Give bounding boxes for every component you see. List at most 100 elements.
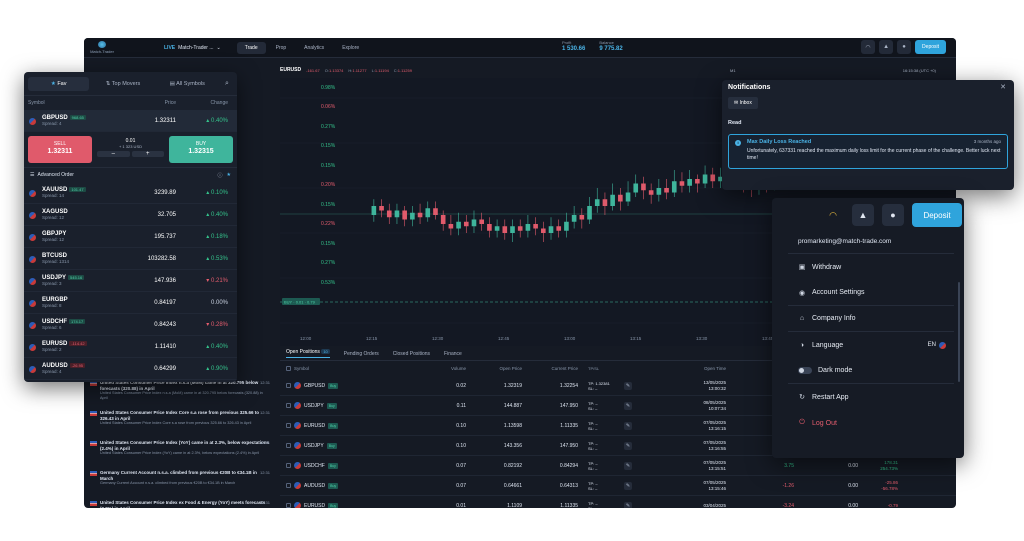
watchlist-row[interactable]: USDJPY 545.16 Spread: 3 147.936 ▾ 0.21%	[24, 270, 237, 292]
decrease-lot-button[interactable]: –	[97, 151, 130, 157]
news-item[interactable]: United States Consumer Price Index Core …	[86, 408, 274, 438]
deposit-button[interactable]: Deposit	[912, 203, 962, 227]
notification-card[interactable]: i Max Daily Loss Reached 3 months ago Un…	[728, 134, 1008, 169]
menu-language[interactable]: ◑ Language EN	[788, 332, 954, 358]
menu-withdraw[interactable]: ▣ Withdraw	[788, 254, 954, 280]
tab-fav[interactable]: ★ Fav	[28, 76, 90, 91]
tab-top-movers[interactable]: ⇅ Top Movers	[92, 77, 153, 91]
row-checkbox[interactable]	[286, 423, 291, 428]
tab-open-positions[interactable]: Open Positions 10	[286, 349, 330, 358]
col-open-price[interactable]: Open Price	[466, 366, 522, 371]
edit-icon[interactable]: ✎	[624, 441, 632, 450]
tab-explore[interactable]: Explore	[334, 42, 367, 54]
candle-body	[402, 210, 407, 220]
balance-summary[interactable]: Profit 1 530.66 Balance 9 775.82	[562, 40, 623, 52]
chart-symbol[interactable]: EURUSD	[280, 67, 301, 73]
row-checkbox[interactable]	[286, 463, 291, 468]
watchlist-row[interactable]: XAUUSD 101.47 Spread: 14 3239.89 ▴ 0.10%	[24, 182, 237, 204]
x-tick-label: 12:15	[366, 336, 378, 341]
lot-size-stepper[interactable]: 0.01 + 1 323 USD – +	[96, 136, 165, 163]
scrollbar[interactable]	[958, 282, 960, 382]
tab-trade[interactable]: Trade	[236, 41, 266, 54]
dark-mode-toggle[interactable]	[798, 367, 812, 374]
watchlist-row[interactable]: AUDUSD -26.95 Spread: 4 0.64299 ▴ 0.90%	[24, 358, 237, 380]
sell-button[interactable]: SELL 1.32311	[28, 136, 92, 163]
row-checkbox[interactable]	[286, 483, 291, 488]
watchlist-row[interactable]: USDCHF 174.17 Spread: 6 0.84243 ▾ 0.28%	[24, 314, 237, 336]
news-item[interactable]: United States Consumer Price Index n.s.a…	[86, 378, 274, 408]
edit-icon[interactable]: ✎	[624, 501, 632, 508]
candle-body	[417, 212, 423, 218]
menu-dark-mode[interactable]: Dark mode	[788, 358, 954, 384]
user-icon[interactable]: ●	[882, 204, 904, 226]
tab-all-symbols[interactable]: ▤ All Symbols	[157, 77, 218, 91]
edit-icon[interactable]: ✎	[624, 421, 632, 430]
news-item[interactable]: Germany Current Account n.s.a. climbed f…	[86, 468, 274, 498]
increase-lot-button[interactable]: +	[131, 151, 164, 157]
bell-icon[interactable]: ▲	[879, 40, 894, 54]
col-current-price[interactable]: Current Price	[522, 366, 578, 371]
advanced-order-toggle[interactable]: ☰ Advanced Order ⓘ ★	[24, 168, 237, 182]
candle-body	[571, 215, 577, 222]
col-tpsl[interactable]: TP/SL	[578, 366, 624, 371]
user-icon[interactable]: ●	[897, 40, 912, 54]
menu-company-info[interactable]: ⌂ Company Info	[788, 306, 954, 332]
row-checkbox[interactable]	[286, 443, 291, 448]
watchlist-row[interactable]: BTCUSD Spread: 1314 103282.58 ▴ 0.53%	[24, 248, 237, 270]
news-item[interactable]: United States Consumer Price Index (YoY)…	[86, 438, 274, 468]
candle-body	[456, 221, 461, 229]
timeframe-selector[interactable]: M1	[730, 68, 736, 73]
news-item[interactable]: United States Consumer Price Index ex Fo…	[86, 498, 274, 508]
change-arrow-icon: ▴	[206, 190, 210, 196]
flag-icon	[294, 462, 301, 469]
edit-icon[interactable]: ✎	[624, 481, 632, 490]
menu-log-out[interactable]: ⏻ Log Out	[788, 410, 954, 436]
edit-icon[interactable]: ✎	[624, 381, 632, 390]
candle-body	[410, 212, 415, 220]
x-tick-label: 13:30	[696, 336, 708, 341]
menu-restart-app[interactable]: ↻ Restart App	[788, 384, 954, 410]
row-checkbox[interactable]	[286, 503, 291, 508]
flag-icon	[294, 422, 301, 429]
chevron-down-icon: ⌄	[216, 44, 221, 51]
row-checkbox[interactable]	[286, 383, 291, 388]
tab-pending-orders[interactable]: Pending Orders	[344, 351, 379, 357]
candle-body	[618, 194, 623, 202]
position-row[interactable]: USDCHF Buy 0.07 0.82192 0.84294 TP: – SL: – ✎ 07…	[280, 456, 956, 476]
row-checkbox[interactable]	[286, 403, 291, 408]
tab-finance[interactable]: Finance	[444, 351, 462, 357]
search-icon[interactable]: ⌕	[221, 80, 233, 88]
candle-body	[587, 206, 592, 220]
flag-icon	[294, 402, 301, 409]
position-row[interactable]: EURUSD Buy 0.01 1.1109 1.11335 TP: – SL: – ✎ 03/…	[280, 496, 956, 508]
watchlist-row[interactable]: EURUSD -114.42 Spread: 2 1.11410 ▴ 0.40%	[24, 336, 237, 358]
edit-icon[interactable]: ✎	[624, 401, 632, 410]
star-icon: ★	[50, 80, 56, 87]
deposit-button-top[interactable]: Deposit	[915, 40, 946, 54]
watchlist-header: Symbol Price Change	[28, 100, 228, 106]
account-selector[interactable]: LIVE Match-Trader ... ⌄	[164, 45, 221, 51]
watchlist-row[interactable]: EURGBP Spread: 8 0.84197 0.00%	[24, 292, 237, 314]
watchlist-row[interactable]: GBPJPY Spread: 12 195.737 ▴ 0.18%	[24, 226, 237, 248]
close-icon[interactable]: ✕	[1000, 83, 1006, 91]
tab-analytics[interactable]: Analytics	[296, 42, 332, 54]
edit-icon[interactable]: ✎	[624, 461, 632, 470]
watchlist-row[interactable]: XAGUSD Spread: 12 32.705 ▴ 0.40%	[24, 204, 237, 226]
col-symbol[interactable]: Symbol	[294, 366, 392, 371]
tab-prop[interactable]: Prop	[268, 42, 295, 54]
candle-body	[625, 192, 631, 202]
app-logo[interactable]: Match-Trader	[84, 39, 120, 57]
tab-closed-positions[interactable]: Closed Positions	[393, 351, 430, 357]
buy-button[interactable]: BUY 1.32315	[169, 136, 233, 163]
menu-account-settings[interactable]: ◉ Account Settings	[788, 280, 954, 306]
position-row[interactable]: AUDUSD Buy 0.07 0.64661 0.64313 TP: – SL: – ✎ 07…	[280, 476, 956, 496]
select-all-checkbox[interactable]	[286, 366, 291, 371]
col-volume[interactable]: Volume	[392, 366, 466, 371]
balance-display: Balance 9 775.82	[599, 40, 623, 52]
candle-body	[656, 188, 662, 195]
candle-body	[594, 199, 600, 206]
bell-icon[interactable]: ▲	[852, 204, 874, 226]
col-open-time[interactable]: Open Time	[646, 366, 726, 372]
tab-inbox[interactable]: ✉ Inbox	[728, 97, 758, 109]
watchlist-row-selected[interactable]: GBPUSD 968.65 Spread: 4 1.32311 ▴ 0.40%	[24, 110, 237, 132]
